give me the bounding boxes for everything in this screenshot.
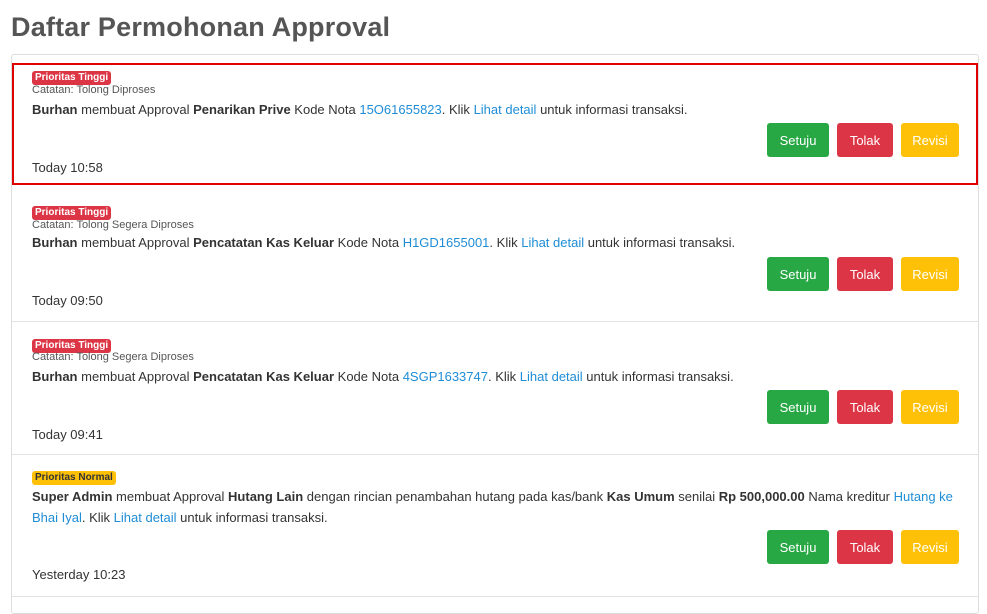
note-text: Catatan: Tolong Segera Diproses	[32, 219, 194, 231]
approval-type: Pencatatan Kas Keluar	[193, 235, 335, 250]
timestamp: Yesterday 10:23	[32, 567, 126, 582]
page-title: Daftar Permohonan Approval	[11, 12, 391, 42]
approval-message: Burhan membuat Approval Pencatatan Kas K…	[32, 235, 736, 250]
priority-badge: Prioritas Normal	[32, 471, 116, 485]
approval-type: Hutang Lain	[228, 489, 304, 504]
list-item: Prioritas Tinggi Catatan: Tolong Diprose…	[12, 63, 978, 185]
priority-badge: Prioritas Tinggi	[32, 71, 112, 85]
approve-button[interactable]: Setuju	[767, 123, 829, 157]
code-link[interactable]: 15O61655823	[359, 102, 441, 117]
priority-badge: Prioritas Tinggi	[32, 206, 112, 220]
approval-list: Prioritas Tinggi Catatan: Tolong Diprose…	[11, 54, 979, 614]
timestamp: Today 10:58	[32, 160, 103, 175]
approval-type: Penarikan Prive	[193, 102, 291, 117]
action-buttons: Setuju Tolak Revisi	[767, 530, 959, 564]
reject-button[interactable]: Tolak	[837, 390, 893, 424]
reject-button[interactable]: Tolak	[837, 123, 893, 157]
revise-button[interactable]: Revisi	[901, 123, 959, 157]
approval-message: Burhan membuat Approval Penarikan Prive …	[32, 102, 688, 117]
revise-button[interactable]: Revisi	[901, 257, 959, 291]
timestamp: Today 09:50	[32, 293, 103, 308]
detail-link[interactable]: Lihat detail	[114, 510, 177, 525]
actor-name: Burhan	[32, 235, 78, 250]
revise-button[interactable]: Revisi	[901, 530, 959, 564]
detail-link[interactable]: Lihat detail	[520, 369, 583, 384]
actor-name: Burhan	[32, 102, 78, 117]
reject-button[interactable]: Tolak	[837, 530, 893, 564]
actor-name: Burhan	[32, 369, 78, 384]
approval-message: Burhan membuat Approval Pencatatan Kas K…	[32, 369, 734, 384]
code-link[interactable]: H1GD1655001	[403, 235, 490, 250]
action-buttons: Setuju Tolak Revisi	[767, 257, 959, 291]
note-text: Catatan: Tolong Diproses	[32, 84, 156, 96]
code-link[interactable]: 4SGP1633747	[403, 369, 488, 384]
amount: Rp 500,000.00	[718, 489, 805, 504]
list-item: Prioritas Tinggi Catatan: Tolong Segera …	[12, 188, 978, 322]
approve-button[interactable]: Setuju	[767, 390, 829, 424]
revise-button[interactable]: Revisi	[901, 390, 959, 424]
list-item: Prioritas Normal Super Admin membuat App…	[12, 455, 978, 597]
approval-message: Super Admin membuat Approval Hutang Lain…	[32, 489, 953, 525]
approve-button[interactable]: Setuju	[767, 530, 829, 564]
note-text: Catatan: Tolong Segera Diproses	[32, 351, 194, 363]
approve-button[interactable]: Setuju	[767, 257, 829, 291]
bank-name: Kas Umum	[606, 489, 675, 504]
detail-link[interactable]: Lihat detail	[521, 235, 584, 250]
approval-type: Pencatatan Kas Keluar	[193, 369, 335, 384]
reject-button[interactable]: Tolak	[837, 257, 893, 291]
actor-name: Super Admin	[32, 489, 113, 504]
list-item: Prioritas Tinggi Catatan: Tolong Segera …	[12, 322, 978, 455]
detail-link[interactable]: Lihat detail	[474, 102, 537, 117]
action-buttons: Setuju Tolak Revisi	[767, 390, 959, 424]
timestamp: Today 09:41	[32, 427, 103, 442]
action-buttons: Setuju Tolak Revisi	[767, 123, 959, 157]
